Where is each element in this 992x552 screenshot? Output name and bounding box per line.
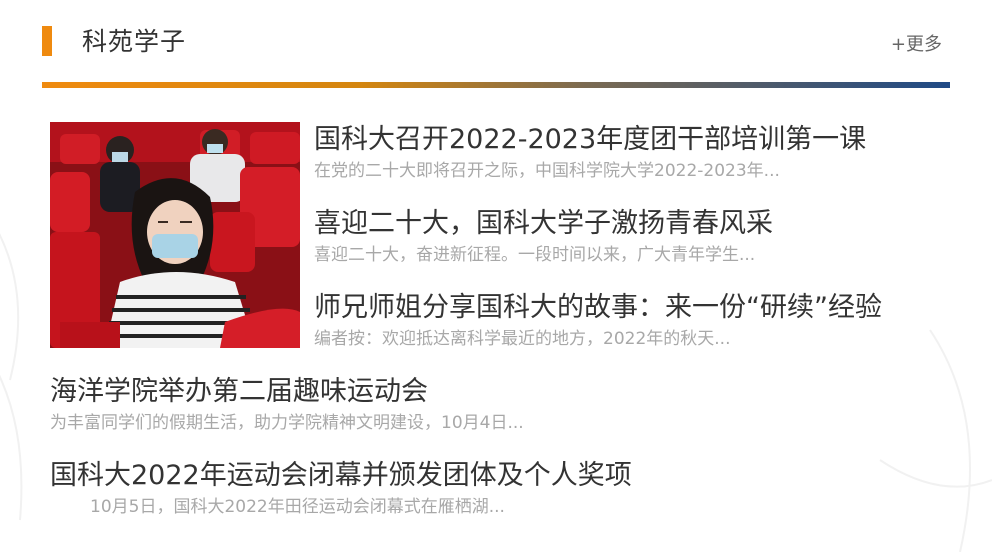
news-item: 国科大召开2022-2023年度团干部培训第一课 在党的二十大即将召开之际，中国…	[314, 122, 866, 182]
news-summary: 编者按：欢迎抵达离科学最近的地方，2022年的秋天...	[314, 329, 731, 349]
news-summary: 10月5日，国科大2022年田径运动会闭幕式在雁栖湖...	[90, 497, 505, 517]
news-section: 科苑学子 +更多 国科大召开2022-2023年度团干部培训第一课 在党的二十大…	[42, 18, 950, 517]
news-summary: 为丰富同学们的假期生活，助力学院精神文明建设，10月4日...	[50, 413, 524, 433]
news-title-link[interactable]: 国科大召开2022-2023年度团干部培训第一课	[314, 122, 866, 158]
news-summary: 在党的二十大即将召开之际，中国科学院大学2022-2023年...	[314, 161, 780, 181]
section-title: 科苑学子	[82, 27, 187, 56]
news-summary: 喜迎二十大，奋进新征程。一段时间以来，广大青年学生...	[314, 245, 756, 265]
news-title-link[interactable]: 海洋学院举办第二届趣味运动会	[50, 374, 524, 410]
section-divider	[42, 82, 950, 88]
featured-news-image[interactable]	[50, 122, 300, 348]
news-item: 国科大2022年运动会闭幕并颁发团体及个人奖项 10月5日，国科大2022年田径…	[50, 458, 632, 518]
news-title-link[interactable]: 师兄师姐分享国科大的故事：来一份“研续”经验	[314, 290, 882, 326]
news-title-link[interactable]: 喜迎二十大，国科大学子激扬青春风采	[314, 206, 773, 242]
section-accent-bar	[42, 26, 52, 56]
news-item: 师兄师姐分享国科大的故事：来一份“研续”经验 编者按：欢迎抵达离科学最近的地方，…	[314, 290, 882, 350]
news-item: 喜迎二十大，国科大学子激扬青春风采 喜迎二十大，奋进新征程。一段时间以来，广大青…	[314, 206, 773, 266]
more-link[interactable]: +更多	[891, 30, 942, 56]
featured-photo	[50, 122, 300, 348]
news-title-link[interactable]: 国科大2022年运动会闭幕并颁发团体及个人奖项	[50, 458, 632, 494]
news-item: 海洋学院举办第二届趣味运动会 为丰富同学们的假期生活，助力学院精神文明建设，10…	[50, 374, 524, 434]
section-header: 科苑学子 +更多	[42, 18, 950, 88]
